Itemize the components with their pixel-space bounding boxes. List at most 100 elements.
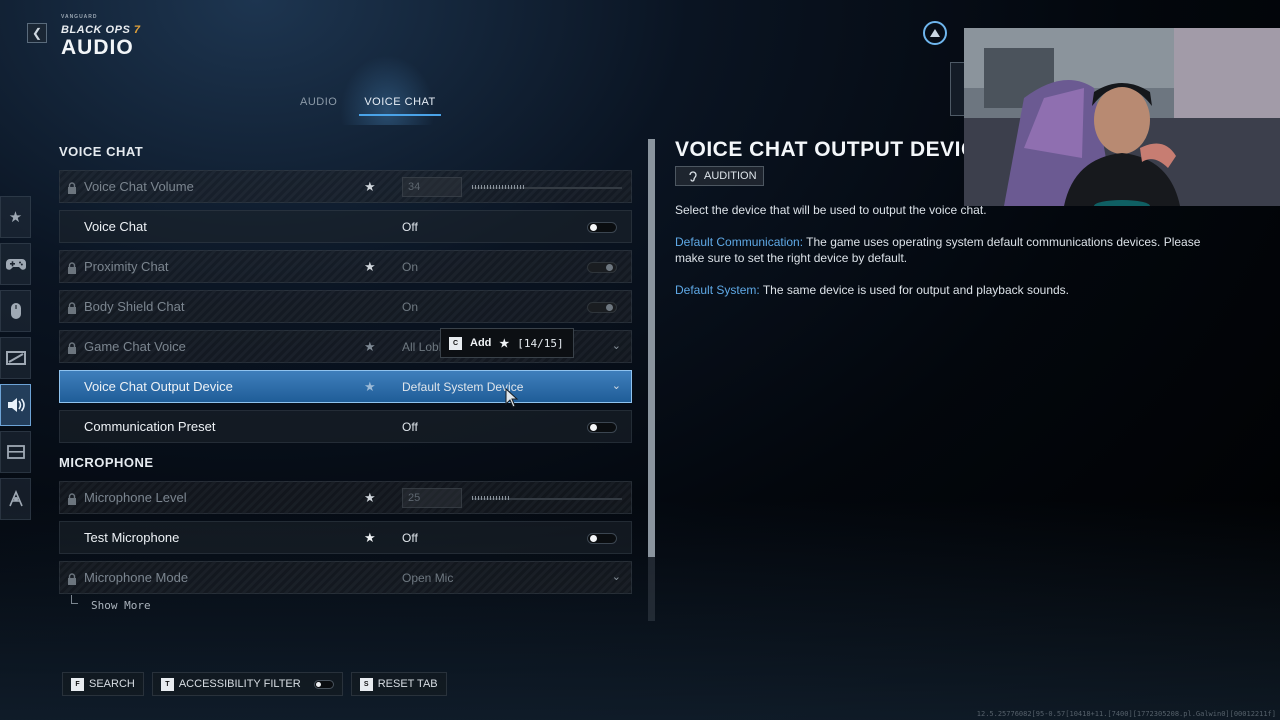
chevron-left-icon: ❮	[31, 26, 43, 40]
setting-label: Game Chat Voice	[84, 339, 186, 354]
chevron-down-icon[interactable]: ⌄	[612, 339, 621, 352]
audition-label: AUDITION	[704, 170, 757, 182]
setting-value: On	[402, 299, 419, 314]
toggle-switch[interactable]	[587, 222, 617, 233]
setting-label: Voice Chat	[84, 219, 147, 234]
star-icon[interactable]: ★	[364, 379, 376, 395]
toggle-knob	[606, 264, 613, 271]
toggle-switch[interactable]	[587, 262, 617, 273]
star-icon[interactable]: ★	[364, 339, 376, 355]
setting-test-microphone[interactable]: Test Microphone ★ Off	[59, 521, 632, 554]
toggle-switch[interactable]	[587, 533, 617, 544]
setting-communication-preset[interactable]: Communication Preset Off	[59, 410, 632, 443]
rail-interface[interactable]	[0, 431, 31, 473]
section-heading-voice-chat: VOICE CHAT	[59, 144, 144, 159]
player-level-icon[interactable]	[923, 21, 947, 45]
toggle-switch[interactable]	[587, 302, 617, 313]
tab-audio[interactable]: AUDIO	[300, 96, 337, 116]
controller-icon	[5, 259, 26, 270]
setting-label: Test Microphone	[84, 530, 180, 545]
setting-voice-chat-output-device[interactable]: Voice Chat Output Device ★ Default Syste…	[59, 370, 632, 403]
setting-microphone-mode[interactable]: Microphone Mode Open Mic ⌄	[59, 561, 632, 594]
key-hint: S	[359, 677, 373, 691]
webcam-overlay	[964, 28, 1280, 206]
rail-mouse[interactable]	[0, 290, 31, 332]
chevron-down-icon[interactable]: ⌄	[612, 570, 621, 583]
page-title: AUDIO	[61, 36, 134, 59]
lock-icon	[67, 572, 77, 585]
game-title-number: 7	[133, 24, 141, 36]
lock-icon	[67, 181, 77, 194]
slider-fill	[472, 496, 510, 500]
setting-voice-chat[interactable]: Voice Chat Off	[59, 210, 632, 243]
toggle-knob	[315, 681, 321, 687]
star-icon[interactable]: ★	[364, 530, 376, 546]
network-icon	[8, 490, 23, 507]
audition-button[interactable]: AUDITION	[675, 166, 764, 186]
category-rail: ★	[0, 196, 32, 525]
reset-tab-button[interactable]: S RESET TAB	[350, 672, 447, 696]
favorite-count: [14/15]	[517, 336, 564, 350]
accessibility-filter-button[interactable]: T ACCESSIBILITY FILTER	[151, 672, 343, 696]
setting-value: Open Mic	[402, 570, 454, 585]
button-label: RESET TAB	[377, 678, 438, 690]
lock-icon	[67, 341, 77, 354]
setting-label: Microphone Mode	[84, 570, 189, 585]
key-hint: F	[71, 677, 84, 691]
star-icon[interactable]: ★	[364, 179, 376, 195]
rail-favorites[interactable]: ★	[0, 196, 31, 238]
lock-icon	[67, 301, 77, 314]
settings-scrollbar[interactable]	[648, 139, 655, 621]
show-more-link[interactable]: Show More	[91, 599, 151, 612]
mouse-icon	[10, 303, 21, 319]
back-button[interactable]: ❮	[27, 23, 47, 43]
slider-fill	[472, 185, 524, 189]
footer-bar: F SEARCH T ACCESSIBILITY FILTER S RESET …	[62, 672, 447, 696]
key-hint: C	[449, 336, 462, 350]
setting-label: Voice Chat Volume	[84, 179, 194, 194]
rail-controller[interactable]	[0, 243, 31, 285]
game-title: BLACK OPS 7	[61, 24, 140, 36]
section-heading-microphone: MICROPHONE	[59, 455, 154, 470]
setting-label: Body Shield Chat	[84, 299, 185, 314]
setting-label: Voice Chat Output Device	[84, 379, 233, 394]
interface-icon	[6, 445, 25, 459]
button-label: ACCESSIBILITY FILTER	[178, 678, 301, 690]
star-icon: ★	[499, 337, 510, 350]
setting-label: Communication Preset	[84, 419, 216, 434]
chevron-down-icon[interactable]: ⌄	[612, 379, 621, 392]
tab-voice-chat[interactable]: VOICE CHAT	[359, 96, 441, 116]
setting-voice-chat-volume[interactable]: Voice Chat Volume ★ 34	[59, 170, 632, 203]
accessibility-toggle[interactable]	[313, 679, 334, 689]
rail-display[interactable]	[0, 337, 31, 379]
setting-microphone-level[interactable]: Microphone Level ★ 25	[59, 481, 632, 514]
mic-level-slider[interactable]	[472, 496, 622, 500]
volume-slider[interactable]	[472, 185, 622, 189]
add-favorite-tooltip: C Add ★ [14/15]	[440, 328, 574, 358]
display-icon	[5, 351, 26, 365]
setting-label: Proximity Chat	[84, 259, 169, 274]
star-icon: ★	[8, 209, 23, 226]
tab-bar: AUDIO VOICE CHAT	[300, 96, 441, 116]
setting-proximity-chat[interactable]: Proximity Chat ★ On	[59, 250, 632, 283]
option-text: The same device is used for output and p…	[759, 283, 1070, 297]
rail-network[interactable]	[0, 478, 31, 520]
toggle-knob	[606, 304, 613, 311]
toggle-knob	[590, 535, 597, 542]
search-button[interactable]: F SEARCH	[62, 672, 144, 696]
ear-icon	[689, 171, 697, 182]
toggle-switch[interactable]	[587, 422, 617, 433]
star-icon[interactable]: ★	[364, 490, 376, 506]
toggle-knob	[590, 424, 597, 431]
lock-icon	[67, 492, 77, 505]
rail-audio[interactable]	[0, 384, 31, 426]
option-name: Default Communication:	[675, 235, 804, 249]
setting-value: Off	[402, 530, 418, 545]
scrollbar-thumb[interactable]	[648, 139, 655, 557]
detail-option-communication: Default Communication: The game uses ope…	[675, 234, 1215, 266]
star-icon[interactable]: ★	[364, 259, 376, 275]
detail-title: VOICE CHAT OUTPUT DEVICE	[675, 138, 992, 161]
emblem-icon	[930, 29, 940, 37]
setting-value: Off	[402, 219, 418, 234]
setting-body-shield-chat[interactable]: Body Shield Chat On	[59, 290, 632, 323]
